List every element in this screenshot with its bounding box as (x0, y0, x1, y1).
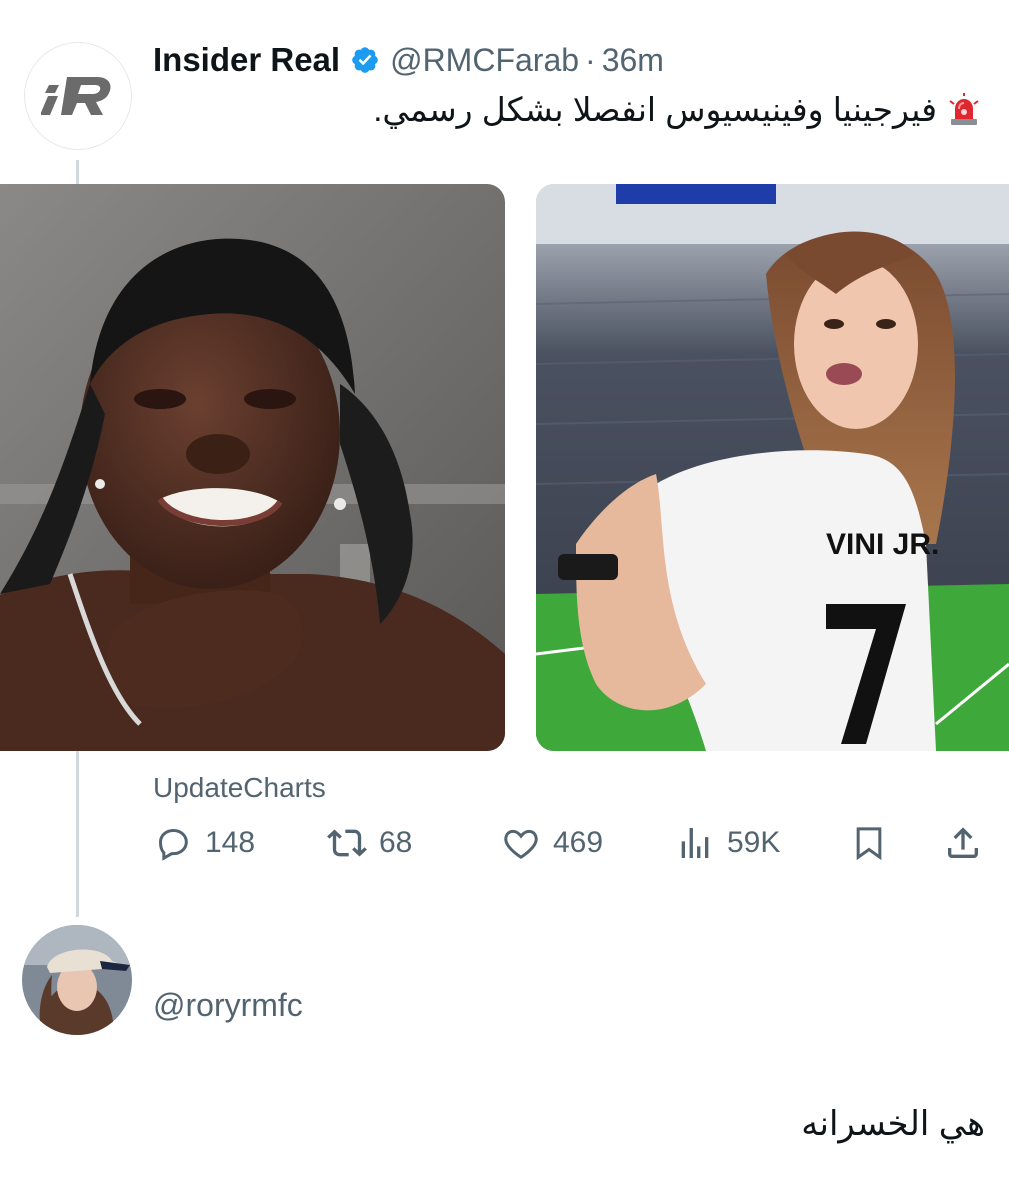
tweet-text: فيرجينيا وفينيسيوس انفصلا بشكل رسمي. (373, 88, 981, 132)
repost-count: 68 (379, 826, 413, 859)
reply-count: 148 (205, 826, 256, 859)
tweet-source[interactable]: UpdateCharts (153, 772, 326, 804)
reply-button[interactable]: 148 (153, 818, 255, 868)
jersey-name-text: VINI JR. (826, 528, 939, 561)
share-icon (948, 827, 978, 858)
tweet-text-content: فيرجينيا وفينيسيوس انفصلا بشكل رسمي. (373, 91, 937, 128)
reply-icon (158, 828, 188, 861)
siren-icon (947, 93, 981, 127)
timestamp[interactable]: 36m (602, 42, 664, 79)
like-button[interactable]: 469 (501, 818, 603, 868)
views-button[interactable]: 59K (675, 818, 780, 868)
tweet-action-bar: 148 68 469 59K (153, 818, 983, 868)
tweet-photo-left[interactable] (0, 184, 505, 751)
tweet-photo-right[interactable]: VINI JR. (536, 184, 1009, 751)
reply-user-handle[interactable]: @roryrmfc (153, 987, 303, 1024)
verified-badge-icon (350, 45, 380, 75)
avatar[interactable] (24, 42, 132, 150)
display-name[interactable]: Insider Real (153, 41, 340, 79)
repost-button[interactable]: 68 (327, 818, 412, 868)
repost-icon (327, 829, 367, 857)
reply-avatar[interactable] (22, 925, 132, 1035)
separator-dot: · (585, 41, 596, 78)
share-button[interactable] (943, 818, 983, 868)
heart-icon (504, 829, 538, 859)
like-count: 469 (553, 826, 604, 859)
thread-line-top (76, 160, 79, 184)
thread-line-bottom (76, 751, 79, 917)
views-chart-icon (681, 828, 709, 858)
reply-text: هي الخسرانه (801, 1105, 985, 1143)
insider-real-logo-icon (41, 77, 111, 115)
user-handle[interactable]: @RMCFarab (390, 42, 579, 79)
tweet-header: Insider Real @RMCFarab · 36m (153, 38, 664, 82)
bookmark-button[interactable] (849, 818, 889, 868)
views-count: 59K (727, 826, 781, 859)
bookmark-icon (856, 827, 882, 861)
